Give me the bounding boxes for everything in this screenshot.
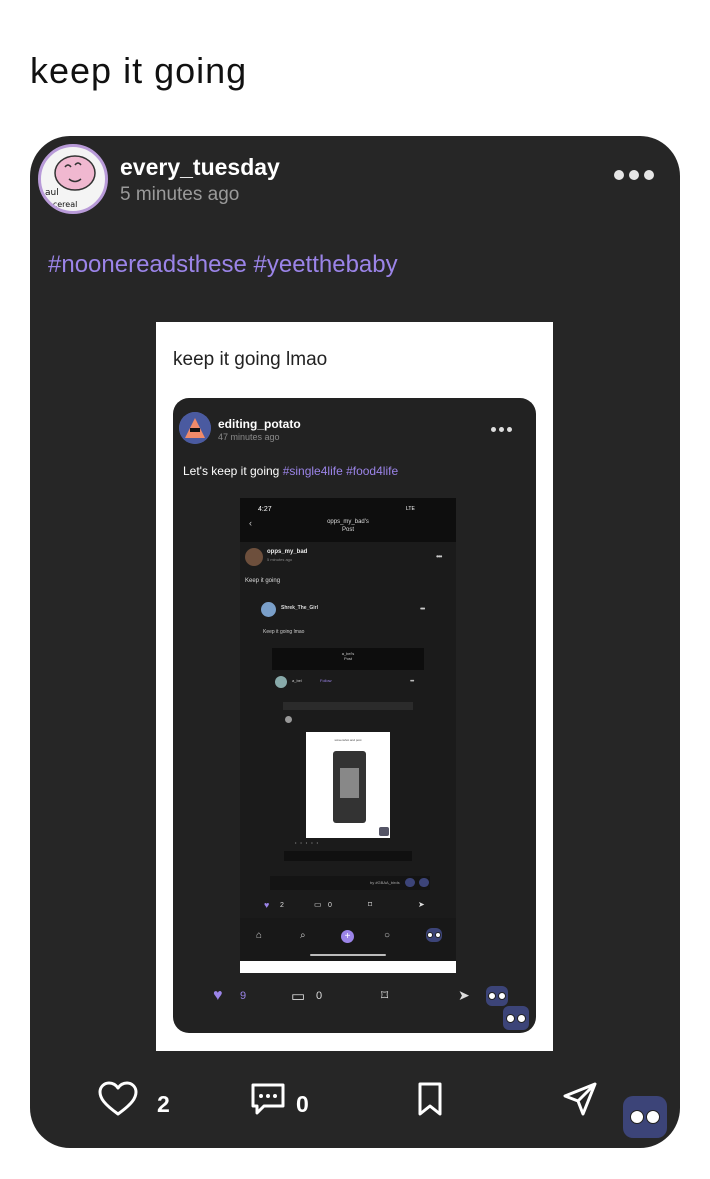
nested-comment-count: 0 — [328, 902, 332, 909]
nested-text: Keep it going — [245, 578, 281, 584]
screenshot-image: keep it going lmao editing_potato 47 min… — [156, 322, 553, 1051]
owl-icon — [486, 986, 508, 1006]
nested-credit: by #GBAA_birds — [370, 880, 400, 885]
nested-title: opps_my_bad's Post — [240, 518, 456, 534]
comment-icon: ▭ — [291, 988, 306, 1005]
inner-comment-count: 0 — [316, 990, 323, 1002]
nested-avatar — [245, 548, 263, 566]
inner-username: editing_potato — [218, 417, 301, 431]
owl-icon[interactable] — [623, 1096, 667, 1138]
nested-username: opps_my_bad — [267, 549, 308, 555]
like-count: 2 — [157, 1091, 170, 1117]
post-card: aul ts cereal every_tuesday 5 minutes ag… — [30, 136, 680, 1148]
nested-title-1: opps_my_bad's — [327, 519, 369, 525]
nested-bar — [284, 851, 412, 861]
nested-owl-icons — [405, 874, 430, 892]
deep-text: Keep it going lmao — [263, 629, 305, 635]
inner-avatar-drawing — [179, 412, 211, 444]
plus-icon: + — [341, 930, 354, 943]
share-icon: ➤ — [458, 987, 470, 1003]
bookmark-icon: ⌑ — [381, 987, 389, 1003]
nested-dots: ••••• — [295, 840, 323, 845]
inner-text: Let's keep it going — [183, 464, 283, 478]
heart-icon[interactable] — [98, 1081, 138, 1122]
nested-clock: 4:27 — [258, 506, 272, 513]
inner-timestamp: 47 minutes ago — [218, 432, 280, 442]
share-icon[interactable] — [562, 1081, 598, 1122]
inner-avatar — [179, 412, 211, 444]
post-hashtags[interactable]: #noonereadsthese #yeetthebaby — [48, 251, 398, 279]
deepest-bar — [283, 702, 413, 710]
screenshot-caption: keep it going lmao — [173, 349, 328, 370]
chat-icon: ○ — [384, 930, 391, 941]
deepest-avatar — [285, 716, 292, 723]
deep-avatar — [261, 602, 276, 617]
deeper-title: a_bel's Post — [272, 651, 424, 661]
owl-icon — [419, 878, 430, 887]
share-icon: ➤ — [418, 900, 425, 909]
inner-post-card: editing_potato 47 minutes ago Let's keep… — [173, 398, 536, 1033]
nested-white-strip — [240, 961, 456, 973]
comment-count: 0 — [296, 1091, 309, 1117]
bookmark-icon[interactable] — [416, 1081, 444, 1122]
more-icon[interactable] — [614, 170, 654, 180]
avatar-text-1: aul — [45, 188, 59, 198]
nested-screenshot: 4:27 LTE ‹ opps_my_bad's Post opps_my_bad… — [240, 498, 456, 973]
nested-timestamp: 5 minutes ago — [267, 557, 293, 562]
deeper-more-icon: ••• — [410, 679, 414, 685]
inner-post-text: Let's keep it going #single4life #food4l… — [183, 464, 398, 478]
search-icon: ⌕ — [300, 930, 306, 941]
nested-signal: LTE — [406, 506, 415, 512]
comment-icon[interactable] — [250, 1081, 286, 1122]
avatar-drawing: aul ts cereal — [43, 155, 96, 209]
nested-more-icon: ••• — [436, 552, 442, 561]
deepest-screen — [340, 768, 359, 798]
home-icon: ⌂ — [256, 930, 263, 941]
deeper-status-bar: a_bel's Post — [272, 648, 424, 670]
deeper-avatar — [275, 676, 287, 688]
deepest-caption: screenshot and post — [334, 738, 362, 742]
bookmark-icon: ⌑ — [368, 900, 373, 909]
owl-icon — [503, 1006, 529, 1030]
avatar-text-2: ts cereal — [43, 200, 77, 209]
deeper-username: a_bel — [292, 678, 302, 683]
post-caption: keep it going — [30, 50, 248, 91]
nested-status-bar: 4:27 LTE ‹ opps_my_bad's Post — [240, 498, 456, 542]
owl-icon — [426, 928, 442, 942]
post-timestamp: 5 minutes ago — [120, 184, 240, 205]
heart-icon: ♥ — [213, 987, 223, 1004]
avatar[interactable]: aul ts cereal — [38, 144, 108, 214]
deeper-title-2: Post — [343, 656, 352, 661]
deep-username: Shrek_The_Girl — [281, 605, 318, 611]
inner-like-count: 9 — [240, 990, 247, 1002]
comment-icon: ▭ — [314, 900, 322, 909]
nested-like-count: 2 — [280, 902, 284, 909]
nested-tab-bar: ⌂ ⌕ + ○ — [240, 918, 456, 962]
post-username[interactable]: every_tuesday — [120, 154, 280, 181]
deepest-owl-icon — [379, 827, 389, 836]
post-action-bar: 2 0 — [30, 1081, 680, 1131]
nested-title-2: Post — [341, 527, 354, 533]
inner-more-icon — [491, 427, 512, 432]
deeper-follow: Follow — [320, 678, 332, 683]
heart-icon: ♥ — [264, 900, 270, 910]
owl-icon — [405, 878, 415, 887]
deep-more-icon: ••• — [420, 606, 425, 613]
home-indicator — [310, 954, 386, 956]
inner-hashtags: #single4life #food4life — [282, 464, 399, 478]
